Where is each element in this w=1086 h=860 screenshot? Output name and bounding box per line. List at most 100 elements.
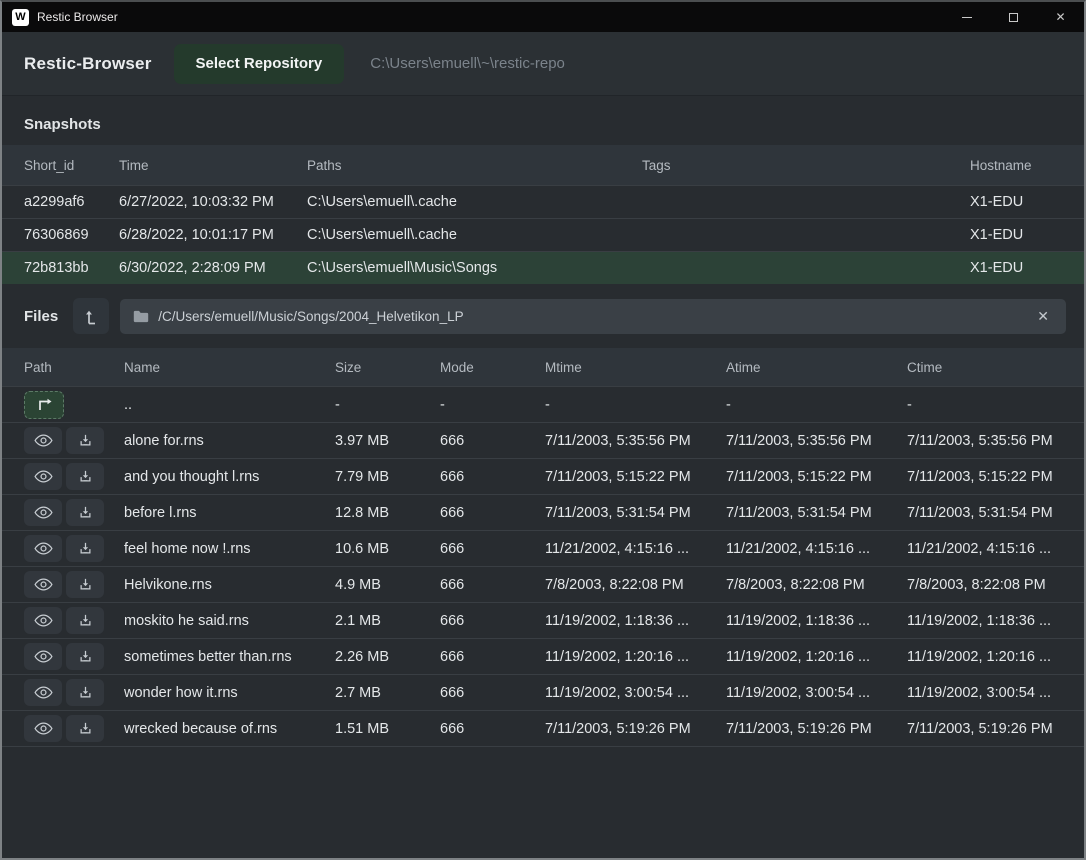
file-atime: 7/8/2003, 8:22:08 PM: [726, 577, 907, 593]
preview-file-button[interactable]: [24, 643, 62, 670]
file-size: 2.26 MB: [335, 649, 440, 665]
minimize-icon: [962, 17, 972, 18]
file-name: before l.rns: [124, 505, 335, 521]
file-size: 3.97 MB: [335, 433, 440, 449]
column-header-ctime: Ctime: [907, 360, 1062, 375]
eye-icon: [34, 614, 53, 627]
download-icon: [78, 685, 93, 700]
file-row[interactable]: feel home now !.rns 10.6 MB 666 11/21/20…: [2, 530, 1084, 566]
preview-file-button[interactable]: [24, 607, 62, 634]
parent-directory-row[interactable]: .. - - - - -: [2, 386, 1084, 422]
file-mtime: -: [545, 397, 726, 413]
snapshot-time: 6/28/2022, 10:01:17 PM: [119, 227, 307, 243]
snapshot-row[interactable]: a2299af6 6/27/2022, 10:03:32 PM C:\Users…: [2, 185, 1084, 218]
download-file-button[interactable]: [66, 643, 104, 670]
minimize-button[interactable]: [943, 2, 990, 32]
file-mtime: 7/11/2003, 5:31:54 PM: [545, 505, 726, 521]
file-mtime: 7/11/2003, 5:15:22 PM: [545, 469, 726, 485]
download-file-button[interactable]: [66, 427, 104, 454]
clear-path-button[interactable]: ✕: [1033, 306, 1053, 327]
file-name: and you thought l.rns: [124, 469, 335, 485]
snapshot-paths: C:\Users\emuell\Music\Songs: [307, 260, 642, 276]
parent-directory-icon: [36, 398, 53, 411]
file-row[interactable]: and you thought l.rns 7.79 MB 666 7/11/2…: [2, 458, 1084, 494]
file-size: -: [335, 397, 440, 413]
file-mode: -: [440, 397, 545, 413]
preview-file-button[interactable]: [24, 535, 62, 562]
snapshot-time: 6/27/2022, 10:03:32 PM: [119, 194, 307, 210]
file-mtime: 11/19/2002, 3:00:54 ...: [545, 685, 726, 701]
snapshot-short-id: a2299af6: [24, 194, 119, 210]
file-row[interactable]: wrecked because of.rns 1.51 MB 666 7/11/…: [2, 710, 1084, 746]
preview-file-button[interactable]: [24, 679, 62, 706]
download-file-button[interactable]: [66, 499, 104, 526]
file-ctime: 11/21/2002, 4:15:16 ...: [907, 541, 1062, 557]
file-atime: 11/19/2002, 3:00:54 ...: [726, 685, 907, 701]
file-mtime: 11/21/2002, 4:15:16 ...: [545, 541, 726, 557]
file-mtime: 7/11/2003, 5:19:26 PM: [545, 721, 726, 737]
file-atime: 7/11/2003, 5:31:54 PM: [726, 505, 907, 521]
download-file-button[interactable]: [66, 679, 104, 706]
file-row[interactable]: wonder how it.rns 2.7 MB 666 11/19/2002,…: [2, 674, 1084, 710]
snapshots-section-title: Snapshots: [2, 96, 1084, 145]
file-atime: 11/21/2002, 4:15:16 ...: [726, 541, 907, 557]
file-row[interactable]: before l.rns 12.8 MB 666 7/11/2003, 5:31…: [2, 494, 1084, 530]
files-toolbar: Files /C/Users/emuell/Music/Songs/2004_H…: [2, 298, 1084, 334]
maximize-button[interactable]: [990, 2, 1037, 32]
download-file-button[interactable]: [66, 571, 104, 598]
download-file-button[interactable]: [66, 715, 104, 742]
file-name: wrecked because of.rns: [124, 721, 335, 737]
close-button[interactable]: ✕: [1037, 2, 1084, 32]
preview-file-button[interactable]: [24, 571, 62, 598]
snapshot-hostname: X1-EDU: [970, 194, 1062, 210]
column-header-short-id: Short_id: [24, 158, 119, 173]
eye-icon: [34, 578, 53, 591]
file-size: 1.51 MB: [335, 721, 440, 737]
select-repository-button[interactable]: Select Repository: [174, 44, 345, 84]
file-mode: 666: [440, 613, 545, 629]
current-path-value: /C/Users/emuell/Music/Songs/2004_Helveti…: [158, 309, 1024, 324]
file-row[interactable]: alone for.rns 3.97 MB 666 7/11/2003, 5:3…: [2, 422, 1084, 458]
files-table: .. - - - - -: [2, 386, 1084, 747]
snapshot-paths: C:\Users\emuell\.cache: [307, 194, 642, 210]
up-level-button[interactable]: [73, 298, 109, 334]
column-header-tags: Tags: [642, 158, 970, 173]
file-name: sometimes better than.rns: [124, 649, 335, 665]
app-toolbar: Restic-Browser Select Repository C:\User…: [2, 32, 1084, 96]
column-header-paths: Paths: [307, 158, 642, 173]
eye-icon: [34, 506, 53, 519]
column-header-mtime: Mtime: [545, 360, 726, 375]
preview-file-button[interactable]: [24, 499, 62, 526]
snapshot-hostname: X1-EDU: [970, 260, 1062, 276]
file-ctime: 11/19/2002, 1:18:36 ...: [907, 613, 1062, 629]
eye-icon: [34, 722, 53, 735]
preview-file-button[interactable]: [24, 463, 62, 490]
file-name: alone for.rns: [124, 433, 335, 449]
column-header-hostname: Hostname: [970, 158, 1062, 173]
download-file-button[interactable]: [66, 607, 104, 634]
download-file-button[interactable]: [66, 535, 104, 562]
preview-file-button[interactable]: [24, 427, 62, 454]
file-atime: 11/19/2002, 1:18:36 ...: [726, 613, 907, 629]
file-name: ..: [124, 397, 335, 413]
snapshot-row-selected[interactable]: 72b813bb 6/30/2022, 2:28:09 PM C:\Users\…: [2, 251, 1084, 284]
file-atime: 7/11/2003, 5:15:22 PM: [726, 469, 907, 485]
file-size: 10.6 MB: [335, 541, 440, 557]
file-ctime: 11/19/2002, 1:20:16 ...: [907, 649, 1062, 665]
file-ctime: 7/11/2003, 5:31:54 PM: [907, 505, 1062, 521]
file-ctime: 7/11/2003, 5:15:22 PM: [907, 469, 1062, 485]
snapshot-row[interactable]: 76306869 6/28/2022, 10:01:17 PM C:\Users…: [2, 218, 1084, 251]
file-ctime: 7/11/2003, 5:35:56 PM: [907, 433, 1062, 449]
current-path-input[interactable]: /C/Users/emuell/Music/Songs/2004_Helveti…: [120, 299, 1066, 334]
file-row[interactable]: Helvikone.rns 4.9 MB 666 7/8/2003, 8:22:…: [2, 566, 1084, 602]
file-row[interactable]: sometimes better than.rns 2.26 MB 666 11…: [2, 638, 1084, 674]
file-row[interactable]: moskito he said.rns 2.1 MB 666 11/19/200…: [2, 602, 1084, 638]
download-file-button[interactable]: [66, 463, 104, 490]
download-icon: [78, 721, 93, 736]
eye-icon: [34, 650, 53, 663]
download-icon: [78, 505, 93, 520]
file-mode: 666: [440, 469, 545, 485]
go-to-parent-button[interactable]: [24, 391, 64, 419]
preview-file-button[interactable]: [24, 715, 62, 742]
file-ctime: -: [907, 397, 1062, 413]
